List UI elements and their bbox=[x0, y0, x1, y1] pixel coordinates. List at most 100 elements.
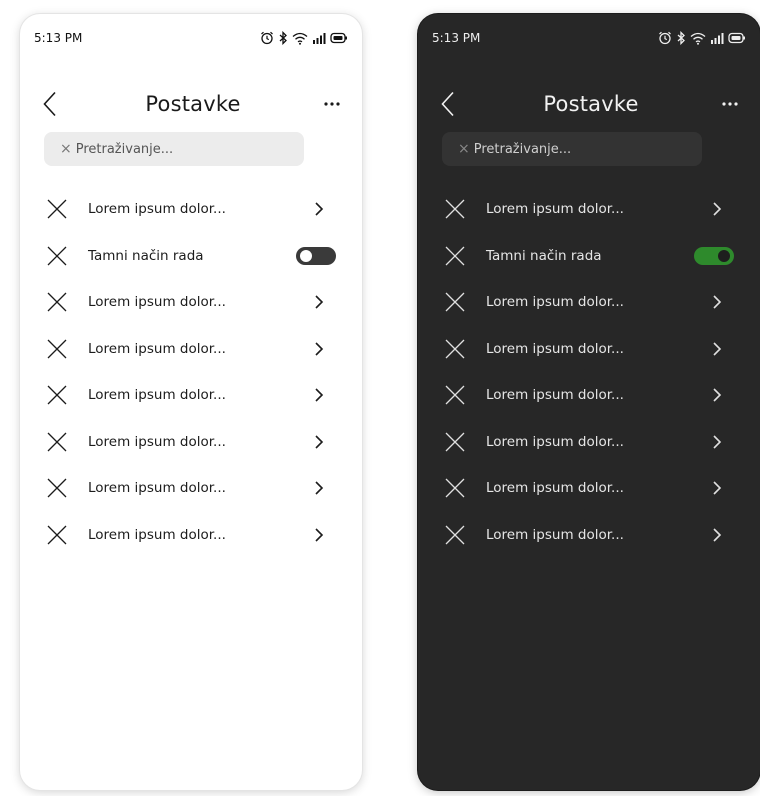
chevron-right-icon bbox=[713, 202, 722, 216]
close-icon bbox=[445, 432, 465, 451]
chevron-right-icon bbox=[315, 341, 324, 356]
status-icons bbox=[658, 31, 746, 45]
close-icon[interactable]: × bbox=[458, 141, 470, 157]
phone-light-mode: 5:13 PM Postavke × Pretraživanje... Lore… bbox=[20, 14, 362, 790]
list-item-label: Lorem ipsum dolor... bbox=[486, 340, 624, 357]
close-icon bbox=[445, 199, 465, 219]
chevron-right-icon bbox=[713, 527, 722, 542]
list-item[interactable]: Lorem ipsum dolor... bbox=[20, 326, 362, 373]
list-item-label: Lorem ipsum dolor... bbox=[486, 294, 624, 311]
list-item-label: Lorem ipsum dolor... bbox=[88, 340, 226, 357]
close-icon bbox=[445, 525, 465, 544]
chevron-right-icon bbox=[315, 434, 324, 449]
list-item-label: Lorem ipsum dolor... bbox=[88, 387, 226, 404]
close-icon bbox=[47, 199, 67, 219]
signal-icon bbox=[711, 33, 724, 44]
close-icon bbox=[445, 246, 465, 265]
battery-icon bbox=[330, 32, 347, 44]
list-item[interactable]: Lorem ipsum dolor... bbox=[20, 512, 362, 559]
list-item-label: Lorem ipsum dolor... bbox=[88, 480, 226, 497]
list-item[interactable]: Lorem ipsum dolor... bbox=[20, 372, 362, 419]
close-icon bbox=[445, 478, 465, 498]
battery-icon bbox=[728, 32, 745, 44]
status-time: 5:13 PM bbox=[432, 31, 481, 45]
chevron-right-icon bbox=[315, 527, 324, 542]
close-icon bbox=[445, 385, 465, 405]
chevron-right-icon bbox=[315, 388, 324, 402]
toggle-knob bbox=[300, 249, 312, 262]
list-item[interactable]: Lorem ipsum dolor... bbox=[418, 186, 760, 233]
phone-dark-mode: 5:13 PM Postavke × Pretraživanje... Lore… bbox=[418, 14, 760, 790]
settings-list: Lorem ipsum dolor... Tamni način rada Lore… bbox=[418, 186, 760, 558]
list-item[interactable]: Lorem ipsum dolor... bbox=[418, 419, 760, 466]
list-item[interactable]: Lorem ipsum dolor... bbox=[418, 279, 760, 326]
search-input[interactable]: × Pretraživanje... bbox=[442, 132, 702, 166]
list-item-label: Tamni način rada bbox=[486, 247, 602, 264]
search-placeholder: Pretraživanje... bbox=[75, 141, 174, 157]
close-icon[interactable]: × bbox=[60, 141, 72, 157]
close-icon bbox=[47, 478, 67, 498]
list-item[interactable]: Lorem ipsum dolor... bbox=[20, 419, 362, 466]
status-bar: 5:13 PM bbox=[432, 28, 746, 48]
header: Postavke bbox=[440, 86, 742, 122]
list-item[interactable]: Lorem ipsum dolor... bbox=[20, 186, 362, 233]
list-item[interactable]: Lorem ipsum dolor... bbox=[20, 279, 362, 326]
search-placeholder: Pretraživanje... bbox=[473, 141, 572, 157]
more-horizontal-icon bbox=[722, 102, 738, 106]
header: Postavke bbox=[42, 86, 344, 122]
list-item[interactable]: Lorem ipsum dolor... bbox=[20, 465, 362, 512]
close-icon bbox=[47, 246, 67, 265]
chevron-right-icon bbox=[713, 295, 722, 309]
status-icons bbox=[260, 31, 348, 45]
chevron-left-icon bbox=[43, 91, 56, 117]
page-title: Postavke bbox=[145, 92, 241, 116]
list-item[interactable]: Lorem ipsum dolor... bbox=[418, 465, 760, 512]
bluetooth-icon bbox=[279, 31, 287, 45]
list-item[interactable]: Lorem ipsum dolor... bbox=[418, 512, 760, 559]
list-item-label: Lorem ipsum dolor... bbox=[486, 480, 624, 497]
settings-list: Lorem ipsum dolor... Tamni način rada Lore… bbox=[20, 186, 362, 558]
status-bar: 5:13 PM bbox=[34, 28, 348, 48]
chevron-right-icon bbox=[315, 481, 324, 495]
chevron-right-icon bbox=[315, 202, 324, 216]
wifi-icon bbox=[690, 32, 706, 45]
status-time: 5:13 PM bbox=[34, 31, 83, 45]
list-item-label: Lorem ipsum dolor... bbox=[88, 526, 226, 543]
dark-mode-toggle[interactable] bbox=[694, 246, 734, 265]
list-item-label: Lorem ipsum dolor... bbox=[88, 433, 226, 450]
list-item-dark-mode[interactable]: Tamni način rada bbox=[418, 233, 760, 280]
list-item-label: Lorem ipsum dolor... bbox=[486, 387, 624, 404]
toggle-knob bbox=[718, 249, 730, 262]
signal-icon bbox=[313, 33, 326, 44]
wifi-icon bbox=[292, 32, 308, 45]
more-button[interactable] bbox=[718, 101, 742, 107]
chevron-right-icon bbox=[315, 295, 324, 309]
dark-mode-toggle[interactable] bbox=[296, 246, 336, 265]
chevron-left-icon bbox=[441, 91, 454, 117]
close-icon bbox=[445, 339, 465, 358]
more-button[interactable] bbox=[320, 101, 344, 107]
chevron-right-icon bbox=[713, 388, 722, 402]
search-input[interactable]: × Pretraživanje... bbox=[44, 132, 304, 166]
back-button[interactable] bbox=[440, 89, 464, 119]
alarm-icon bbox=[659, 31, 671, 45]
back-button[interactable] bbox=[42, 89, 66, 119]
close-icon bbox=[47, 339, 67, 358]
more-horizontal-icon bbox=[324, 102, 340, 106]
chevron-right-icon bbox=[713, 341, 722, 356]
list-item[interactable]: Lorem ipsum dolor... bbox=[418, 372, 760, 419]
list-item-dark-mode[interactable]: Tamni način rada bbox=[20, 233, 362, 280]
close-icon bbox=[47, 385, 67, 405]
list-item-label: Lorem ipsum dolor... bbox=[486, 433, 624, 450]
list-item-label: Lorem ipsum dolor... bbox=[486, 201, 624, 218]
close-icon bbox=[445, 292, 465, 312]
chevron-right-icon bbox=[713, 434, 722, 449]
list-item-label: Lorem ipsum dolor... bbox=[486, 526, 624, 543]
chevron-right-icon bbox=[713, 481, 722, 495]
bluetooth-icon bbox=[677, 31, 685, 45]
list-item-label: Tamni način rada bbox=[88, 247, 204, 264]
close-icon bbox=[47, 525, 67, 544]
page-title: Postavke bbox=[543, 92, 639, 116]
close-icon bbox=[47, 432, 67, 451]
list-item[interactable]: Lorem ipsum dolor... bbox=[418, 326, 760, 373]
